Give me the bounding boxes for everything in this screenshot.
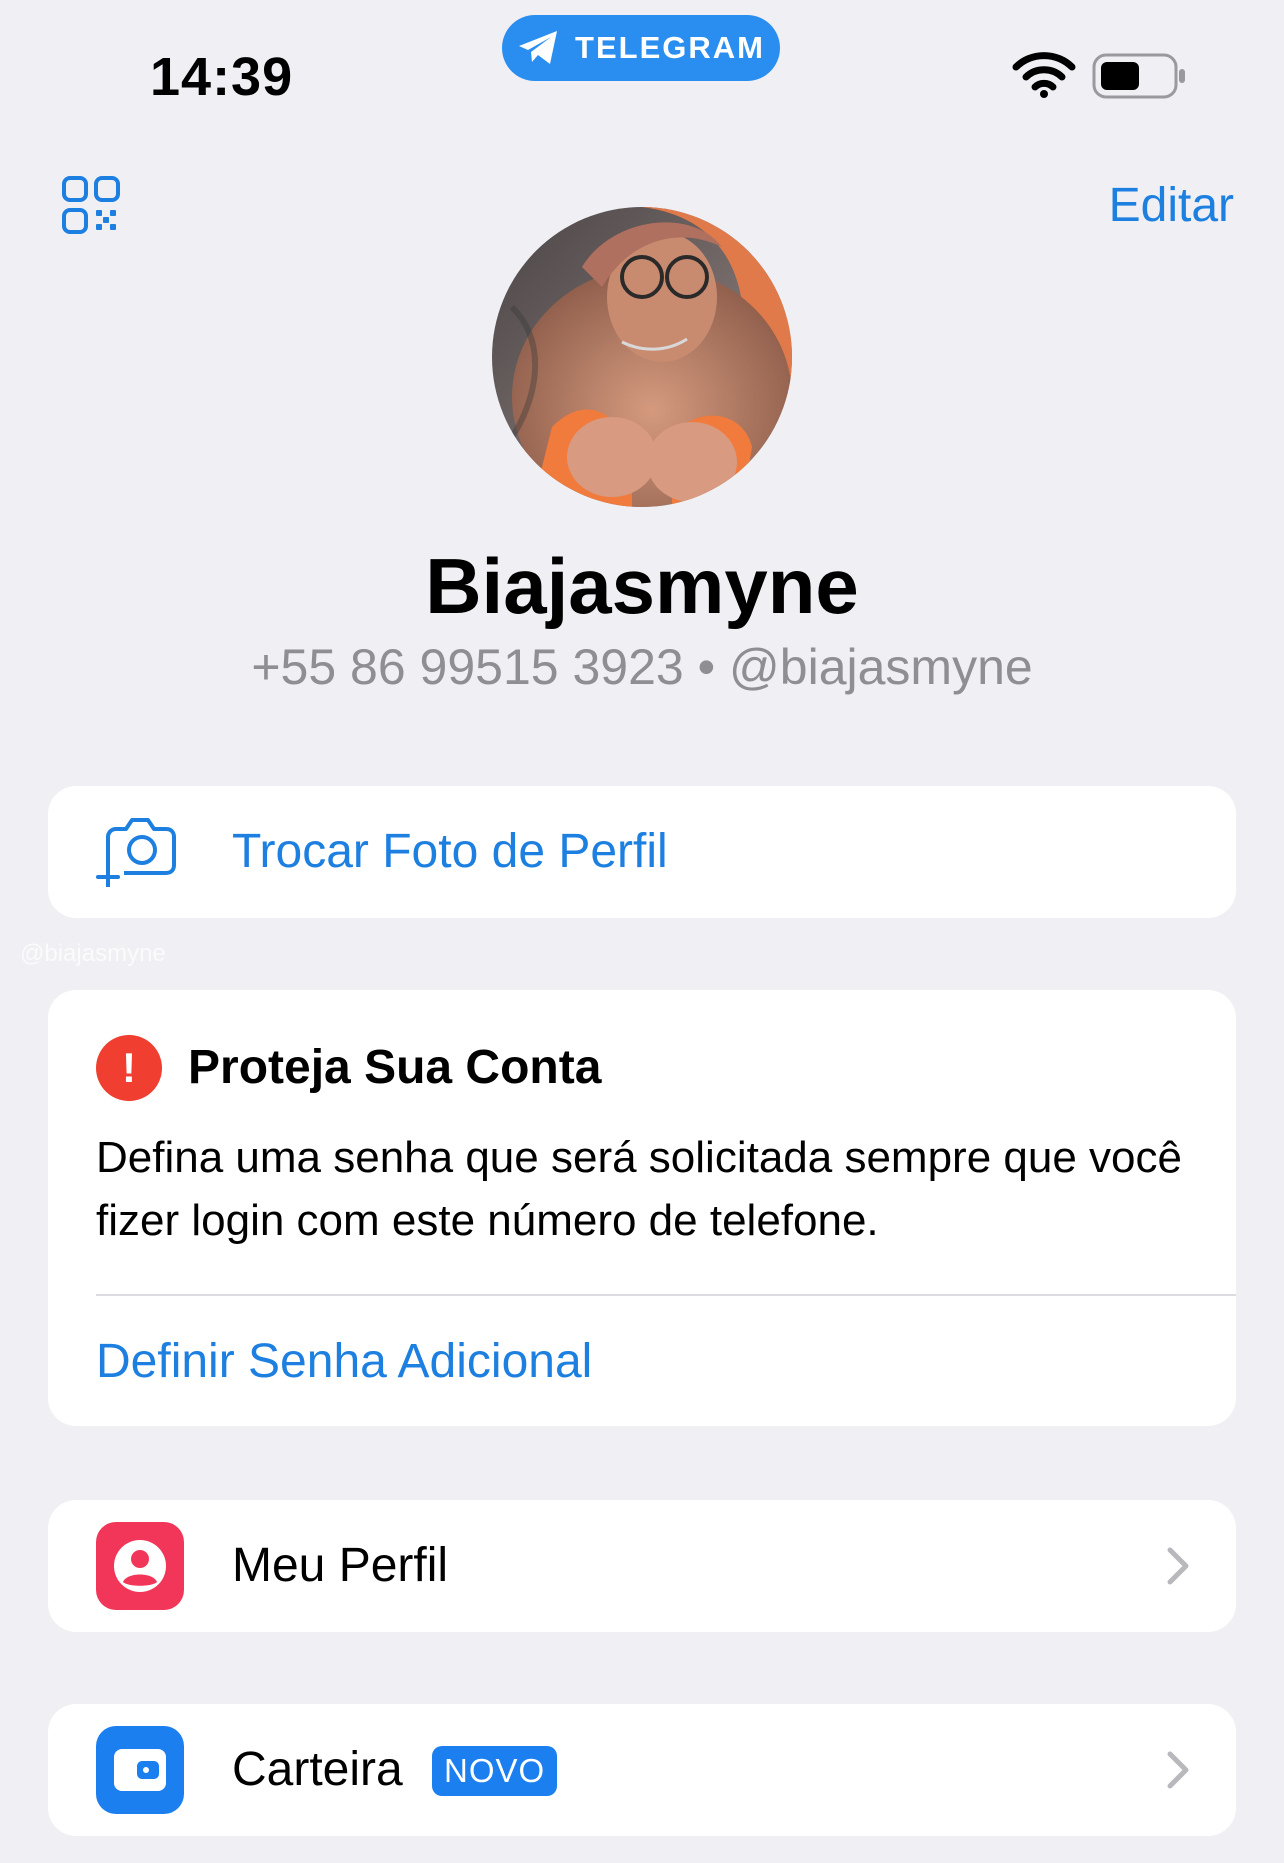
divider	[96, 1294, 1236, 1296]
avatar[interactable]	[492, 207, 792, 507]
alert-icon: !	[96, 1035, 162, 1101]
edit-button[interactable]: Editar	[1109, 178, 1234, 234]
menu-item-label: Carteira	[232, 1743, 403, 1796]
menu-item-wallet[interactable]	[48, 1704, 1236, 1836]
new-badge: NOVO	[432, 1746, 558, 1796]
profile-photo	[492, 207, 792, 507]
profile-phone: +55 86 99515 3923	[251, 639, 684, 695]
profile-subtitle: +55 86 99515 3923 • @biajasmyne	[0, 638, 1284, 696]
wallet-icon	[96, 1726, 184, 1814]
protect-account-body: Defina uma senha que será solicitada sem…	[96, 1133, 1182, 1245]
profile-username[interactable]: @biajasmyne	[729, 639, 1033, 695]
status-time: 14:39	[150, 47, 294, 107]
wifi-icon	[1012, 52, 1076, 98]
battery-icon	[1092, 53, 1185, 99]
telegram-pill-label: TELEGRAM	[575, 30, 765, 65]
profile-name: Biajasmyne	[425, 542, 859, 630]
qr-code-icon[interactable]	[62, 176, 120, 234]
person-circle-icon	[96, 1522, 184, 1610]
chevron-right-icon	[1167, 1751, 1189, 1789]
protect-account-title: Proteja Sua Conta	[188, 1041, 602, 1094]
change-photo-label[interactable]: Trocar Foto de Perfil	[232, 822, 668, 882]
camera-add-icon	[96, 818, 176, 887]
menu-item-my-profile[interactable]	[48, 1500, 1236, 1632]
chevron-right-icon	[1167, 1547, 1189, 1585]
telegram-return-pill[interactable]: TELEGRAM	[502, 15, 780, 81]
menu-item-label: Meu Perfil	[232, 1539, 449, 1592]
telegram-plane-icon	[519, 31, 558, 64]
watermark: @biajasmyne	[20, 940, 166, 967]
set-password-button[interactable]: Definir Senha Adicional	[96, 1332, 592, 1392]
profile-separator: •	[697, 639, 716, 695]
